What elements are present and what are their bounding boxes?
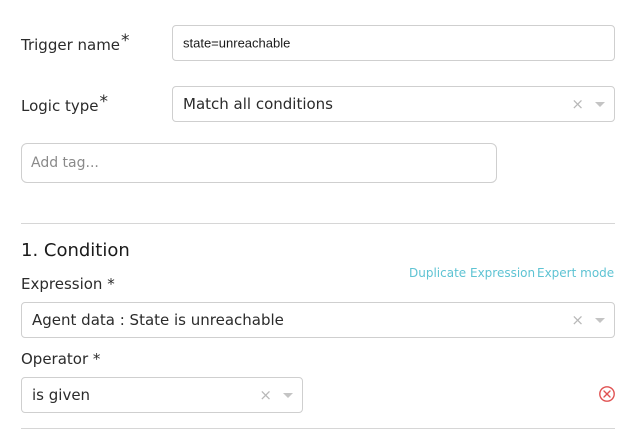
required-mark: * — [121, 31, 130, 51]
operator-label: Operator * — [21, 350, 101, 368]
expert-mode-link[interactable]: Expert mode — [537, 266, 614, 280]
remove-circle-icon[interactable] — [598, 385, 616, 403]
trigger-name-value: state=unreachable — [183, 35, 291, 51]
chevron-down-icon[interactable] — [283, 393, 293, 398]
condition-title: 1. Condition — [21, 240, 130, 261]
expression-label: Expression * — [21, 275, 115, 293]
remove-circle-icon-svg — [599, 386, 615, 402]
section-divider-bottom — [21, 428, 615, 429]
logic-type-value: Match all conditions — [183, 95, 333, 113]
logic-type-label-text: Logic type — [21, 97, 99, 115]
add-tag-placeholder: Add tag... — [31, 155, 99, 171]
chevron-down-icon[interactable] — [595, 102, 605, 107]
add-tag-input[interactable]: Add tag... — [21, 143, 497, 183]
trigger-name-label: Trigger name* — [21, 31, 130, 55]
clear-icon[interactable]: × — [259, 386, 272, 404]
clear-icon[interactable]: × — [571, 311, 584, 329]
clear-icon[interactable]: × — [571, 95, 584, 113]
required-mark: * — [99, 92, 108, 112]
trigger-name-input[interactable]: state=unreachable — [172, 25, 615, 61]
logic-type-select[interactable]: Match all conditions × — [172, 86, 615, 122]
operator-select[interactable]: is given × — [21, 377, 303, 413]
expression-select[interactable]: Agent data : State is unreachable × — [21, 302, 615, 338]
trigger-name-label-text: Trigger name — [21, 36, 121, 54]
chevron-down-icon[interactable] — [595, 318, 605, 323]
logic-type-label: Logic type* — [21, 92, 108, 116]
expression-value: Agent data : State is unreachable — [32, 311, 284, 329]
duplicate-expression-link[interactable]: Duplicate Expression — [409, 266, 535, 280]
operator-value: is given — [32, 386, 91, 404]
section-divider — [21, 223, 615, 224]
